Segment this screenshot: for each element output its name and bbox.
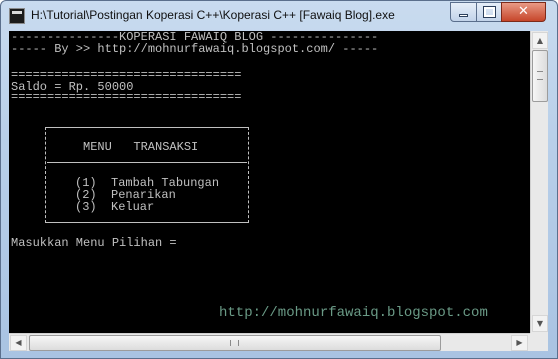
horizontal-scroll-thumb[interactable] (29, 335, 441, 351)
minimize-button[interactable] (450, 2, 477, 22)
maximize-button[interactable] (476, 2, 502, 22)
horizontal-scrollbar[interactable]: ◀ ▶ (9, 333, 530, 351)
close-icon: ✕ (518, 4, 529, 19)
scroll-down-icon[interactable]: ▼ (532, 315, 548, 332)
close-button[interactable]: ✕ (501, 2, 546, 22)
saldo-rule-bottom: ================================ (11, 90, 242, 104)
menu-title: MENU TRANSAKSI (83, 140, 199, 154)
header-line-2: ----- By >> http://mohnurfawaiq.blogspot… (11, 42, 379, 56)
scroll-up-icon[interactable]: ▲ (532, 32, 548, 49)
console-window: H:\Tutorial\Postingan Koperasi C++\Koper… (0, 0, 558, 359)
console-app-icon[interactable] (9, 8, 25, 24)
menu-prompt[interactable]: Masukkan Menu Pilihan = (11, 237, 184, 249)
scroll-left-icon[interactable]: ◀ (10, 335, 27, 351)
menu-divider (47, 162, 247, 163)
window-title: H:\Tutorial\Postingan Koperasi C++\Koper… (31, 8, 395, 22)
menu-item-keluar: (3) Keluar (75, 200, 155, 214)
vertical-scrollbar[interactable]: ▲ ▼ (530, 31, 548, 333)
scroll-right-icon[interactable]: ▶ (511, 335, 528, 351)
scrollbar-corner (530, 333, 548, 351)
blog-watermark: http://mohnurfawaiq.blogspot.com (219, 305, 488, 321)
minimize-icon (459, 14, 468, 17)
vertical-scroll-thumb[interactable] (532, 50, 548, 102)
maximize-icon (483, 6, 496, 18)
console-output[interactable]: ---------------KOPERASI FAWAIQ BLOG ----… (9, 31, 530, 333)
title-bar[interactable]: H:\Tutorial\Postingan Koperasi C++\Koper… (1, 1, 557, 31)
